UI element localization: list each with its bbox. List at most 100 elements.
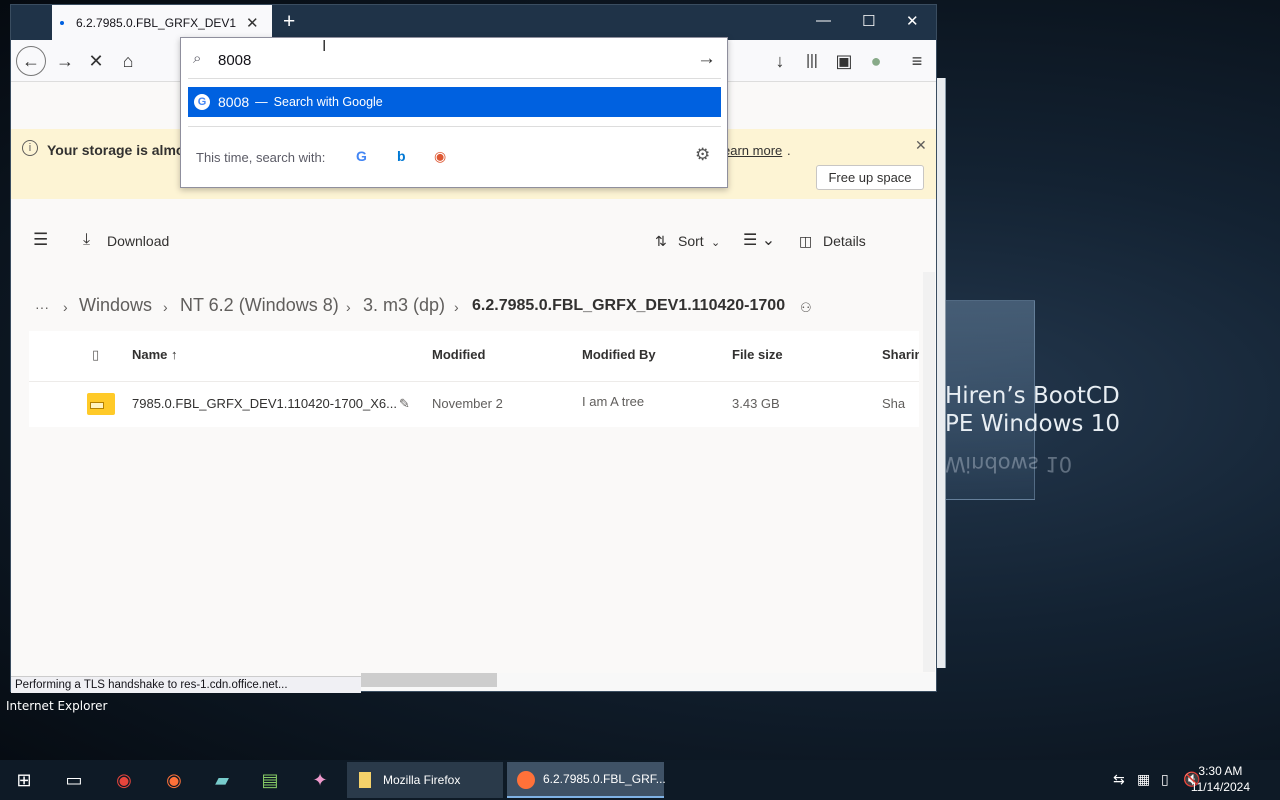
usb-icon[interactable]: ▯ xyxy=(1161,771,1169,788)
menu-icon[interactable]: ≡ xyxy=(904,49,930,75)
file-sharing: Sha xyxy=(882,396,906,411)
forward-icon[interactable]: → xyxy=(52,49,78,75)
view-options-icon[interactable]: ☰ ⌄ xyxy=(743,230,775,250)
banner-link-period: . xyxy=(787,143,791,158)
suggestion-google[interactable]: G 8008 — Search with Google xyxy=(188,87,721,117)
url-input[interactable]: 8008 xyxy=(218,52,251,69)
column-name[interactable]: Name ↑ xyxy=(132,347,178,362)
folder-task-icon xyxy=(359,772,371,788)
shared-icon: ⚇ xyxy=(800,300,812,315)
column-modified-by[interactable]: Modified By xyxy=(582,347,656,362)
suggestion-query: 8008 xyxy=(218,94,250,110)
file-modified: November 2 xyxy=(432,396,503,411)
duckduckgo-engine-icon[interactable]: ◉ xyxy=(434,148,446,165)
app-icon-2[interactable]: ▤ xyxy=(258,768,282,792)
wallpaper-subtitle: PE Windows 10 xyxy=(945,411,1120,437)
breadcrumb-m3[interactable]: 3. m3 (dp) xyxy=(363,295,445,316)
app-icon-3[interactable]: ✦ xyxy=(308,768,332,792)
sidebar-icon[interactable]: ▣ xyxy=(831,49,857,75)
file-size: 3.43 GB xyxy=(732,396,780,411)
breadcrumb-sep-icon: › xyxy=(454,299,459,315)
minimize-icon[interactable]: — xyxy=(816,12,831,29)
chrome-icon[interactable]: ◉ xyxy=(112,768,136,792)
google-icon: G xyxy=(194,94,210,110)
task-label: Mozilla Firefox xyxy=(383,773,461,787)
search-settings-gear-icon[interactable]: ⚙ xyxy=(695,145,710,165)
breadcrumb-more[interactable]: ··· xyxy=(35,299,49,315)
download-button[interactable]: Download xyxy=(107,233,169,249)
banner-close-icon[interactable]: ✕ xyxy=(915,137,927,154)
hamburger-icon[interactable]: ☰ xyxy=(33,230,48,250)
breadcrumb-sep-icon: › xyxy=(163,299,168,315)
task-firefox-page[interactable]: 6.2.7985.0.FBL_GRF... xyxy=(507,762,666,798)
file-modified-by: I am A tree xyxy=(582,394,645,409)
window-close-icon[interactable]: ✕ xyxy=(906,12,919,30)
clock-time: 3:30 AM xyxy=(1198,764,1243,778)
horizontal-scrollbar[interactable] xyxy=(361,673,936,691)
sort-icon[interactable]: ⇅ xyxy=(655,233,667,250)
google-engine-icon[interactable]: G xyxy=(356,148,367,164)
details-button[interactable]: Details xyxy=(823,233,866,249)
info-icon: i xyxy=(22,140,38,156)
suggestion-action: Search with Google xyxy=(273,95,383,109)
title-bar: 6.2.7985.0.FBL_GRFX_DEV1.110420-1700 ✕ +… xyxy=(11,5,936,40)
command-bar: ☰ ⤓ Download ⇅ Sort ⌄ ☰ ⌄ ◫ Details xyxy=(11,222,936,262)
download-cmd-icon[interactable]: ⤓ xyxy=(83,231,90,249)
tab-title: 6.2.7985.0.FBL_GRFX_DEV1.110420-1700 xyxy=(76,15,236,30)
start-windows-icon[interactable]: ⊞ xyxy=(12,768,36,792)
back-icon[interactable]: ← xyxy=(16,46,46,76)
details-icon[interactable]: ◫ xyxy=(799,233,812,250)
taskbar: ⊞ ▭ ◉ ◉ ▰ ▤ ✦ Mozilla Firefox 6.2.7985.0… xyxy=(0,760,1280,800)
tab-active[interactable]: 6.2.7985.0.FBL_GRFX_DEV1.110420-1700 ✕ xyxy=(52,5,272,40)
breadcrumb-windows[interactable]: Windows xyxy=(79,295,152,316)
go-arrow-icon[interactable]: → xyxy=(697,48,716,70)
extension-icon[interactable]: ● xyxy=(863,49,889,75)
column-modified[interactable]: Modified xyxy=(432,347,485,362)
sort-button[interactable]: Sort xyxy=(678,233,704,249)
search-icon: ⌕ xyxy=(193,50,202,67)
url-dropdown: ⌕ 8008 → G 8008 — Search with Google Thi… xyxy=(180,37,728,188)
firefox-taskbar-icon[interactable]: ◉ xyxy=(162,768,186,792)
table-row[interactable]: 7985.0.FBL_GRFX_DEV1.110420-1700_X6... ✎… xyxy=(29,381,919,425)
new-tab-icon[interactable]: + xyxy=(283,10,295,34)
maximize-icon[interactable]: ☐ xyxy=(862,12,875,30)
download-icon[interactable]: ↓ xyxy=(767,49,793,75)
column-sharing[interactable]: Sharin xyxy=(882,347,919,362)
wallpaper-title: Hiren’s BootCD xyxy=(945,383,1120,409)
close-tab-icon[interactable]: ✕ xyxy=(246,14,259,32)
desktop-icon-internet-explorer[interactable]: Internet Explorer xyxy=(6,699,107,713)
firefox-task-icon xyxy=(517,771,535,789)
library-icon[interactable]: ||| xyxy=(799,49,825,75)
network-icon[interactable]: ⇆ xyxy=(1113,771,1125,788)
app-icon-1[interactable]: ▰ xyxy=(210,768,234,792)
vertical-scrollbar[interactable] xyxy=(923,272,935,672)
task-mozilla-firefox[interactable]: Mozilla Firefox xyxy=(347,762,503,798)
scroll-thumb[interactable] xyxy=(361,673,497,687)
task-label: 6.2.7985.0.FBL_GRF... xyxy=(543,772,666,786)
learn-more-link[interactable]: earn more xyxy=(723,143,782,158)
terminal-icon[interactable]: ▭ xyxy=(62,768,86,792)
wallpaper-reflection: Windows 10 xyxy=(945,452,1073,476)
file-type-icon: ▯ xyxy=(92,347,100,362)
text-cursor-icon: I xyxy=(322,38,327,55)
banner-text: Your storage is almos xyxy=(47,142,193,158)
stop-icon[interactable]: ✕ xyxy=(83,49,109,75)
pin-icon[interactable]: ✎ xyxy=(399,396,410,412)
breadcrumb-sep-icon: › xyxy=(63,299,68,315)
loading-dot-icon xyxy=(60,20,64,25)
clock[interactable]: 3:30 AM 11/14/2024 xyxy=(1191,763,1250,795)
free-up-space-button[interactable]: Free up space xyxy=(816,165,924,190)
breadcrumb-nt62[interactable]: NT 6.2 (Windows 8) xyxy=(180,295,339,316)
one-off-label: This time, search with: xyxy=(196,150,326,165)
breadcrumb-sep-icon: › xyxy=(346,299,351,315)
column-file-size[interactable]: File size xyxy=(732,347,783,362)
home-icon[interactable]: ⌂ xyxy=(115,49,141,75)
sort-chevron-icon[interactable]: ⌄ xyxy=(711,236,720,249)
background-window-edge xyxy=(936,78,946,668)
status-bar: Performing a TLS handshake to res-1.cdn.… xyxy=(11,676,361,693)
file-name[interactable]: 7985.0.FBL_GRFX_DEV1.110420-1700_X6... xyxy=(132,396,397,411)
bing-engine-icon[interactable]: b xyxy=(397,148,406,164)
monitor-icon[interactable]: ▦ xyxy=(1137,771,1150,788)
folder-zip-icon xyxy=(87,393,115,415)
suggestion-separator: — xyxy=(255,95,268,109)
